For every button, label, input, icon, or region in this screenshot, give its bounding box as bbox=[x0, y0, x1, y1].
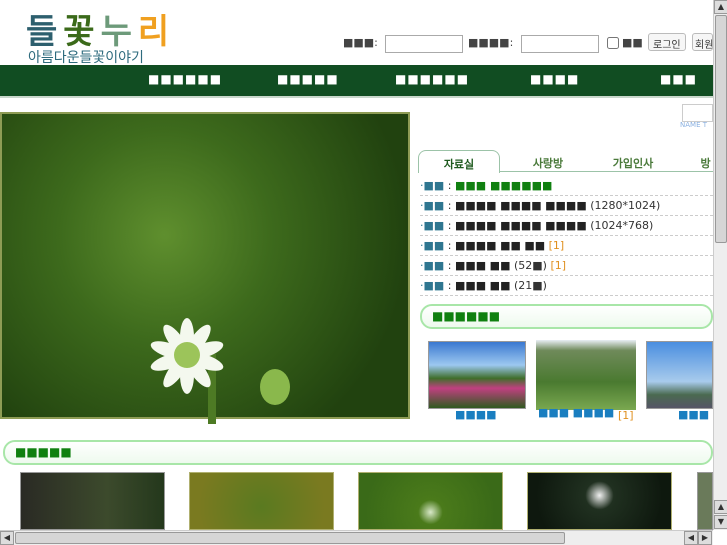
nav-item[interactable]: ■■■■■■ bbox=[395, 72, 469, 86]
scroll-left-icon[interactable]: ◀ bbox=[684, 531, 698, 545]
gallery-caption[interactable]: ■■■■ bbox=[455, 408, 497, 421]
scroll-left-icon[interactable]: ◀ bbox=[0, 531, 14, 545]
gallery-thumb[interactable] bbox=[536, 340, 636, 410]
scroll-up-icon[interactable]: ▲ bbox=[714, 0, 727, 14]
gallery-thumb[interactable] bbox=[646, 341, 713, 409]
flower-thumb[interactable] bbox=[189, 472, 334, 530]
list-extra: (1280*1024) bbox=[590, 199, 661, 212]
flower-thumb[interactable] bbox=[20, 472, 165, 530]
hero-flower-image bbox=[0, 112, 410, 424]
tab-lounge[interactable]: 사랑방 bbox=[518, 150, 578, 172]
nav-item[interactable]: ■■■■■ bbox=[277, 72, 339, 86]
logo[interactable]: 들꽃누리 bbox=[26, 4, 175, 53]
vertical-scroll-thumb[interactable] bbox=[715, 15, 727, 243]
scroll-right-icon[interactable]: ▶ bbox=[698, 531, 712, 545]
board-tabs: 자료실 사랑방 가입인사 방 bbox=[418, 150, 713, 173]
inner-scroll-down-icon[interactable]: ▼ bbox=[714, 515, 727, 529]
list-extra: (1024*768) bbox=[590, 219, 654, 232]
logo-subtitle: 아름다운들꽃이야기 bbox=[28, 50, 144, 66]
list-item[interactable]: ·■■ : ■■■■ ■■■■ ■■■■ (1280*1024) bbox=[420, 196, 713, 216]
list-item[interactable]: ·■■ : ■■■ ■■ (21■) bbox=[420, 276, 713, 296]
name-tag-label: NAME T bbox=[680, 121, 707, 129]
horizontal-scroll-thumb[interactable] bbox=[15, 532, 565, 544]
gallery-caption[interactable]: ■■■ ■■■■ bbox=[538, 406, 614, 419]
list-category: ■■ bbox=[423, 179, 445, 192]
logo-char: 누 bbox=[100, 12, 138, 52]
gallery-caption[interactable]: ■■■ bbox=[678, 408, 709, 421]
nav-item[interactable]: ■■■ bbox=[660, 72, 697, 86]
tab-archive[interactable]: 자료실 bbox=[418, 150, 500, 173]
gallery-thumb[interactable] bbox=[428, 341, 526, 409]
logo-char: 들 bbox=[26, 12, 64, 52]
login-button[interactable]: 로그인 bbox=[648, 33, 686, 51]
list-item[interactable]: ·■■ : ■■■ ■■■■■■ bbox=[420, 176, 713, 196]
id-label: ■■■: bbox=[343, 36, 378, 49]
gallery-count: [1] bbox=[618, 409, 634, 422]
comment-count: [1] bbox=[548, 239, 565, 252]
logo-char: 리 bbox=[137, 12, 176, 52]
section-header: ■■■■■ bbox=[3, 440, 713, 465]
gallery-header: ■■■■■■ bbox=[420, 304, 713, 329]
inner-scroll-up-icon[interactable]: ▲ bbox=[714, 500, 727, 514]
tab-more[interactable]: 방 bbox=[698, 150, 713, 172]
flower-thumb[interactable] bbox=[358, 472, 503, 530]
list-category: ■■ bbox=[423, 199, 445, 212]
nav-item[interactable]: ■■■■■■ bbox=[148, 72, 222, 86]
list-item[interactable]: ·■■ : ■■■ ■■ (52■) [1] bbox=[420, 256, 713, 276]
list-title[interactable]: ■■■■ ■■■■ ■■■■ bbox=[455, 219, 587, 232]
logo-char: 꽃 bbox=[63, 12, 101, 52]
list-title[interactable]: ■■■■ ■■■■ ■■■■ bbox=[455, 199, 587, 212]
list-item[interactable]: ·■■ : ■■■■ ■■ ■■ [1] bbox=[420, 236, 713, 256]
list-category: ■■ bbox=[423, 279, 445, 292]
list-category: ■■ bbox=[423, 219, 445, 232]
vertical-scrollbar[interactable]: ▲ ▲ ▼ bbox=[713, 0, 727, 530]
list-title[interactable]: ■■■■ ■■ ■■ bbox=[455, 239, 545, 252]
list-extra: (52■) bbox=[513, 259, 547, 272]
list-item[interactable]: ·■■ : ■■■■ ■■■■ ■■■■ (1024*768) bbox=[420, 216, 713, 236]
tab-greeting[interactable]: 가입인사 bbox=[603, 150, 663, 172]
list-title[interactable]: ■■■ ■■■■■■ bbox=[455, 179, 552, 192]
nav-item[interactable]: ■■■■ bbox=[530, 72, 579, 86]
list-extra: (21■) bbox=[513, 279, 547, 292]
main-nav: ■■■■■■ ■■■■■ ■■■■■■ ■■■■ ■■■ bbox=[0, 65, 713, 98]
side-input[interactable] bbox=[682, 104, 713, 122]
list-title[interactable]: ■■■ ■■ bbox=[455, 259, 510, 272]
list-category: ■■ bbox=[423, 259, 445, 272]
list-category: ■■ bbox=[423, 239, 445, 252]
id-input[interactable] bbox=[385, 35, 463, 53]
horizontal-scrollbar[interactable]: ◀ ◀ ▶ bbox=[0, 530, 713, 545]
remember-checkbox[interactable] bbox=[607, 37, 619, 49]
comment-count: [1] bbox=[550, 259, 567, 272]
password-label: ■■■■: bbox=[468, 36, 514, 49]
flower-thumb[interactable] bbox=[697, 472, 713, 530]
flower-thumb[interactable] bbox=[527, 472, 672, 530]
list-title[interactable]: ■■■ ■■ bbox=[455, 279, 510, 292]
password-input[interactable] bbox=[521, 35, 599, 53]
join-button[interactable]: 회원 bbox=[692, 33, 713, 51]
remember-label: ■■ bbox=[622, 36, 643, 49]
